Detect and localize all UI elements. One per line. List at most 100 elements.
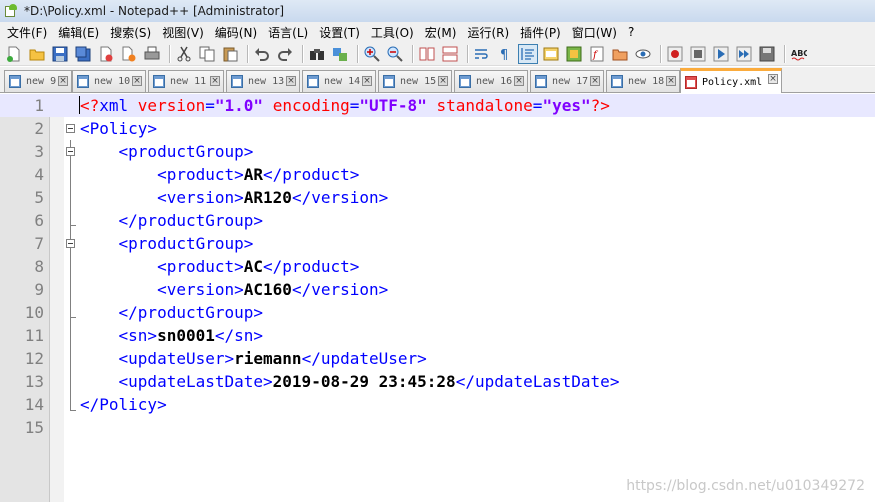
menu-item-2[interactable]: 搜索(S) <box>106 24 158 41</box>
fold-toggle-policy[interactable] <box>66 124 75 133</box>
code-line[interactable]: 8 <product>AC</product> <box>0 255 875 278</box>
paste-icon[interactable] <box>220 44 240 64</box>
tab-new-10[interactable]: new 10 × <box>72 70 146 92</box>
token: <product> <box>157 257 244 276</box>
zoom-out-icon[interactable] <box>385 44 405 64</box>
show-all-chars-icon[interactable]: ¶ <box>495 44 515 64</box>
menu-item-6[interactable]: 设置(T) <box>315 24 367 41</box>
tab-new-9[interactable]: new 9 × <box>4 70 72 92</box>
menu-item-12[interactable]: ? <box>624 25 641 39</box>
zoom-in-icon[interactable] <box>362 44 382 64</box>
save-icon[interactable] <box>50 44 70 64</box>
tab-new-18[interactable]: new 18 × <box>606 70 680 92</box>
save-all-icon[interactable] <box>73 44 93 64</box>
find-icon[interactable] <box>307 44 327 64</box>
tab-new-16[interactable]: new 16 × <box>454 70 528 92</box>
undo-icon[interactable] <box>252 44 272 64</box>
spell-check-icon[interactable]: ABC <box>789 44 809 64</box>
word-wrap-icon[interactable] <box>472 44 492 64</box>
menu-item-10[interactable]: 插件(P) <box>516 24 568 41</box>
code-line[interactable]: 6 </productGroup> <box>0 209 875 232</box>
svg-text:ABC: ABC <box>791 49 807 58</box>
open-file-icon[interactable] <box>27 44 47 64</box>
code-line[interactable]: 14 </Policy> <box>0 393 875 416</box>
tab-close-icon[interactable]: × <box>666 76 676 86</box>
close-all-icon[interactable] <box>119 44 139 64</box>
tab-new-15[interactable]: new 15 × <box>378 70 452 92</box>
menu-item-1[interactable]: 编辑(E) <box>54 24 106 41</box>
tab-close-icon[interactable]: × <box>590 76 600 86</box>
new-file-icon[interactable] <box>4 44 24 64</box>
token: sn0001 <box>157 326 215 345</box>
token: <updateLastDate> <box>118 372 273 391</box>
menu-item-0[interactable]: 文件(F) <box>3 24 54 41</box>
code-line[interactable]: 11 <sn>sn0001</sn> <box>0 324 875 347</box>
code-line[interactable]: 5 <version>AR120</version> <box>0 186 875 209</box>
udl-icon[interactable] <box>541 44 561 64</box>
doc-map-icon[interactable] <box>564 44 584 64</box>
code-line[interactable]: 1 <?xml version="1.0" encoding="UTF-8" st… <box>0 94 875 117</box>
menu-item-11[interactable]: 窗口(W) <box>568 24 624 41</box>
tab-new-11[interactable]: new 11 × <box>148 70 224 92</box>
saved-file-icon <box>153 75 165 88</box>
line-number: 10 <box>24 303 44 322</box>
run-macro-multiple-icon[interactable] <box>734 44 754 64</box>
code-line[interactable]: 2 <Policy> <box>0 117 875 140</box>
fold-end-marker <box>70 225 76 226</box>
code-line[interactable]: 3 <productGroup> <box>0 140 875 163</box>
record-macro-icon[interactable] <box>665 44 685 64</box>
code-line[interactable]: 12 <updateUser>riemann</updateUser> <box>0 347 875 370</box>
print-icon[interactable] <box>142 44 162 64</box>
fold-toggle-product-group[interactable] <box>66 239 75 248</box>
toolbar-separator <box>467 44 468 63</box>
code-line[interactable]: 4 <product>AR</product> <box>0 163 875 186</box>
menu-item-7[interactable]: 工具(O) <box>367 24 421 41</box>
tab-close-icon[interactable]: × <box>768 74 778 84</box>
tab-close-icon[interactable]: × <box>514 76 524 86</box>
tab-close-icon[interactable]: × <box>210 76 220 86</box>
sync-h-icon[interactable] <box>440 44 460 64</box>
editor[interactable]: 1 <?xml version="1.0" encoding="UTF-8" st… <box>0 94 875 502</box>
tab-close-icon[interactable]: × <box>132 76 142 86</box>
indent-guide-icon[interactable] <box>518 43 538 64</box>
code-line[interactable]: 7 <productGroup> <box>0 232 875 255</box>
tab-new-13[interactable]: new 13 × <box>226 70 300 92</box>
play-macro-icon[interactable] <box>711 44 731 64</box>
cut-icon[interactable] <box>174 44 194 64</box>
tab-close-icon[interactable]: × <box>362 76 372 86</box>
token: = <box>205 96 215 115</box>
code-line[interactable]: 13 <updateLastDate>2019-08-29 23:45:28</… <box>0 370 875 393</box>
fold-toggle-product-group[interactable] <box>66 147 75 156</box>
line-number: 11 <box>24 326 44 345</box>
menu-item-5[interactable]: 语言(L) <box>264 24 315 41</box>
stop-macro-icon[interactable] <box>688 44 708 64</box>
save-macro-icon[interactable] <box>757 44 777 64</box>
menu-item-4[interactable]: 编码(N) <box>211 24 264 41</box>
redo-icon[interactable] <box>275 44 295 64</box>
close-icon[interactable] <box>96 44 116 64</box>
menu-item-9[interactable]: 运行(R) <box>463 24 516 41</box>
code-line[interactable]: 15 <box>0 416 875 439</box>
copy-icon[interactable] <box>197 44 217 64</box>
token: <? <box>80 96 100 115</box>
replace-icon[interactable] <box>330 44 350 64</box>
token: <version> <box>157 280 244 299</box>
sync-v-icon[interactable] <box>417 44 437 64</box>
code-line[interactable]: 9 <version>AC160</version> <box>0 278 875 301</box>
tab-policy-xml[interactable]: Policy.xml × <box>680 68 782 93</box>
tab-close-icon[interactable]: × <box>58 76 68 86</box>
menu-item-8[interactable]: 宏(M) <box>421 24 464 41</box>
folder-workspace-icon[interactable] <box>610 44 630 64</box>
tab-close-icon[interactable]: × <box>438 76 448 86</box>
code-line[interactable]: 10 </productGroup> <box>0 301 875 324</box>
tab-new-17[interactable]: new 17 × <box>530 70 604 92</box>
menu-item-3[interactable]: 视图(V) <box>158 24 211 41</box>
tab-close-icon[interactable]: × <box>286 76 296 86</box>
notepad-plus-plus-icon <box>4 4 18 18</box>
tab-label: new 18 <box>628 76 665 87</box>
token: ?> <box>590 96 610 115</box>
function-list-icon[interactable]: f <box>587 44 607 64</box>
monitor-icon[interactable] <box>633 44 653 64</box>
tab-new-14[interactable]: new 14 × <box>302 70 376 92</box>
